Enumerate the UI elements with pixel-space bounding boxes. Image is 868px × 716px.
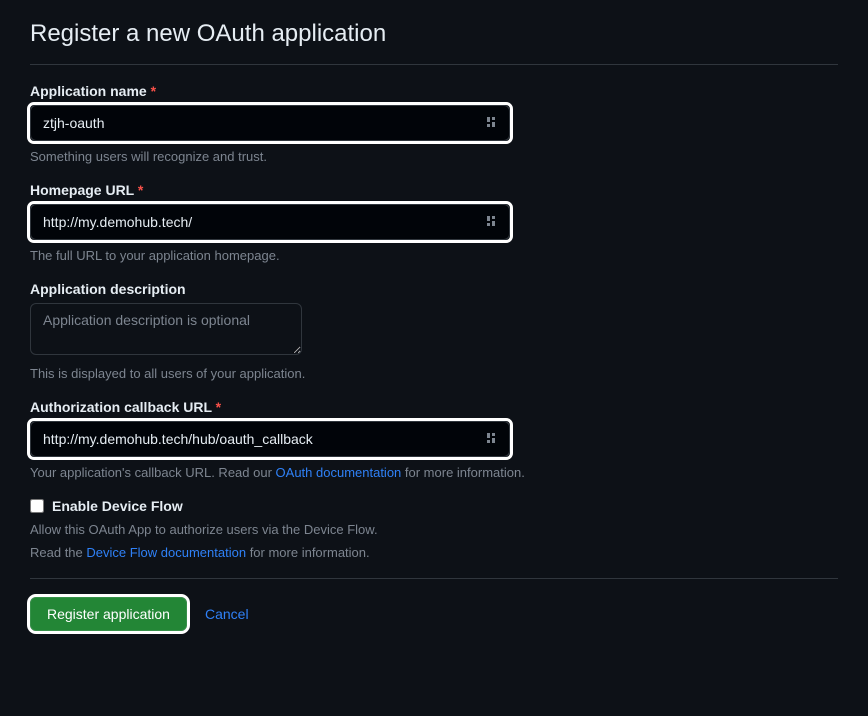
homepage-url-input-wrap <box>30 204 510 240</box>
device-flow-documentation-link[interactable]: Device Flow documentation <box>86 545 246 560</box>
field-application-description: Application description This is displaye… <box>30 281 838 381</box>
homepage-url-label: Homepage URL * <box>30 182 838 198</box>
help-suffix: for more information. <box>246 545 370 560</box>
register-button-highlight: Register application <box>30 597 187 631</box>
divider <box>30 578 838 579</box>
callback-url-help: Your application's callback URL. Read ou… <box>30 465 838 480</box>
application-name-label: Application name * <box>30 83 838 99</box>
help-prefix: Read the <box>30 545 86 560</box>
required-asterisk: * <box>138 182 143 198</box>
enable-device-flow-checkbox[interactable] <box>30 499 44 513</box>
homepage-url-help: The full URL to your application homepag… <box>30 248 838 263</box>
enable-device-flow-label: Enable Device Flow <box>52 498 183 514</box>
help-suffix: for more information. <box>401 465 525 480</box>
application-name-input-wrap <box>30 105 510 141</box>
device-flow-help-2: Read the Device Flow documentation for m… <box>30 545 838 560</box>
label-text: Authorization callback URL <box>30 399 212 415</box>
field-homepage-url: Homepage URL * The full URL to your appl… <box>30 182 838 263</box>
required-asterisk: * <box>216 399 221 415</box>
cancel-button[interactable]: Cancel <box>205 606 249 622</box>
label-text: Homepage URL <box>30 182 134 198</box>
callback-url-label: Authorization callback URL * <box>30 399 838 415</box>
callback-url-input[interactable] <box>30 421 510 457</box>
oauth-documentation-link[interactable]: OAuth documentation <box>276 465 402 480</box>
application-name-input[interactable] <box>30 105 510 141</box>
required-asterisk: * <box>151 83 156 99</box>
page-title: Register a new OAuth application <box>30 20 838 58</box>
label-text: Application name <box>30 83 147 99</box>
callback-url-input-wrap <box>30 421 510 457</box>
help-prefix: Your application's callback URL. Read ou… <box>30 465 276 480</box>
register-application-button[interactable]: Register application <box>30 597 187 631</box>
application-description-label: Application description <box>30 281 838 297</box>
field-device-flow: Enable Device Flow Allow this OAuth App … <box>30 498 838 560</box>
application-description-textarea[interactable] <box>30 303 302 355</box>
homepage-url-input[interactable] <box>30 204 510 240</box>
field-application-name: Application name * Something users will … <box>30 83 838 164</box>
device-flow-help-1: Allow this OAuth App to authorize users … <box>30 522 838 537</box>
application-name-help: Something users will recognize and trust… <box>30 149 838 164</box>
divider <box>30 64 838 65</box>
field-callback-url: Authorization callback URL * Your applic… <box>30 399 838 480</box>
application-description-help: This is displayed to all users of your a… <box>30 366 838 381</box>
form-actions: Register application Cancel <box>30 597 838 631</box>
